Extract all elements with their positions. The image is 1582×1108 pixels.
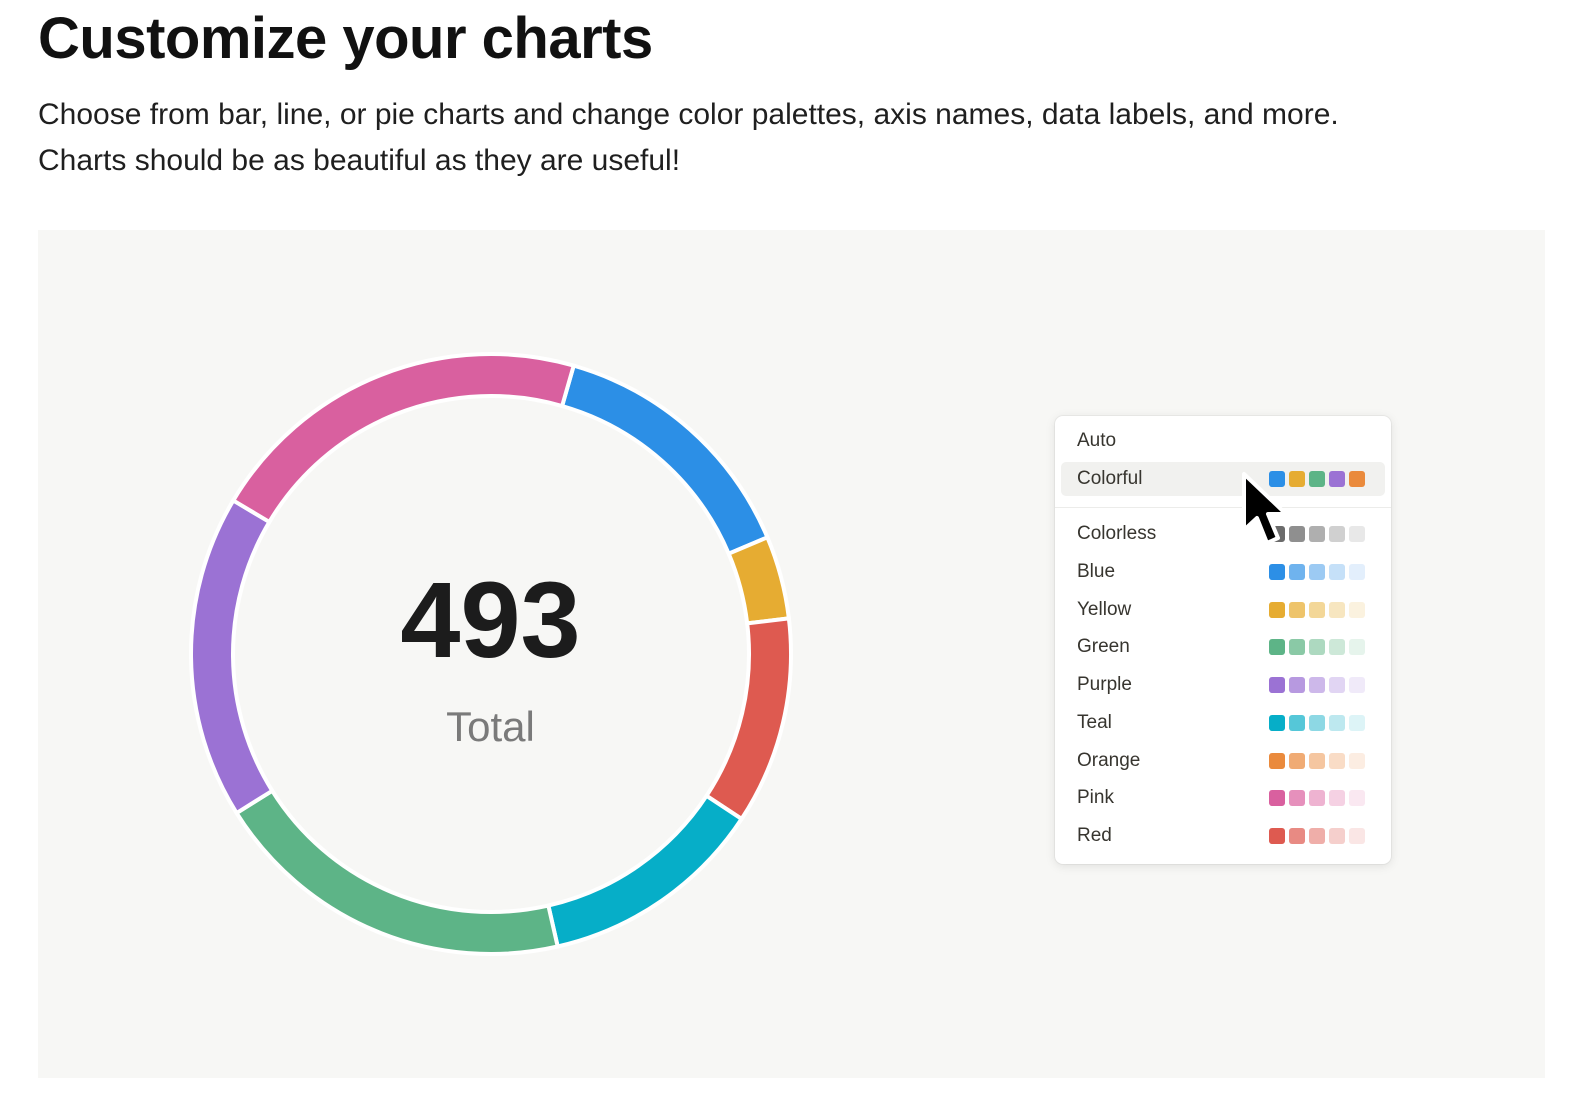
- palette-option-label: Colorless: [1077, 523, 1157, 544]
- palette-option-yellow[interactable]: Yellow: [1061, 593, 1385, 627]
- color-swatch: [1329, 753, 1345, 769]
- donut-slice-1: [559, 363, 771, 557]
- palette-option-colorless[interactable]: Colorless: [1061, 517, 1385, 551]
- page-title: Customize your charts: [38, 6, 653, 71]
- color-swatch: [1329, 639, 1345, 655]
- palette-option-label: Colorful: [1077, 468, 1143, 489]
- color-swatch: [1349, 790, 1365, 806]
- description-line-2: Charts should be as beautiful as they ar…: [38, 144, 681, 177]
- color-swatch: [1329, 471, 1345, 487]
- palette-option-label: Blue: [1077, 561, 1116, 582]
- color-swatch: [1329, 715, 1345, 731]
- palette-option-label: Red: [1077, 825, 1112, 846]
- color-swatch: [1289, 639, 1305, 655]
- color-swatch: [1349, 677, 1365, 693]
- color-swatch: [1269, 564, 1285, 580]
- color-swatch: [1289, 753, 1305, 769]
- palette-option-green[interactable]: Green: [1061, 630, 1385, 664]
- color-swatch: [1269, 602, 1285, 618]
- color-swatch: [1289, 790, 1305, 806]
- color-swatch: [1329, 828, 1345, 844]
- palette-option-label: Yellow: [1077, 599, 1132, 620]
- palette-option-teal[interactable]: Teal: [1061, 706, 1385, 740]
- color-swatch: [1269, 753, 1285, 769]
- color-swatch: [1289, 828, 1305, 844]
- palette-option-purple[interactable]: Purple: [1061, 668, 1385, 702]
- color-swatch: [1309, 471, 1325, 487]
- palette-option-pink[interactable]: Pink: [1061, 781, 1385, 815]
- color-swatch: [1309, 753, 1325, 769]
- palette-option-label: Teal: [1077, 712, 1112, 733]
- color-swatch: [1289, 602, 1305, 618]
- donut-slice-4: [545, 793, 745, 949]
- color-swatch: [1309, 564, 1325, 580]
- donut-slice-3: [703, 616, 793, 822]
- color-swatch: [1269, 677, 1285, 693]
- donut-slice-2: [726, 534, 792, 626]
- palette-option-label: Purple: [1077, 674, 1132, 695]
- color-swatch: [1349, 564, 1365, 580]
- color-swatch: [1289, 715, 1305, 731]
- donut-slice-7: [230, 352, 577, 525]
- color-swatch: [1269, 828, 1285, 844]
- color-swatch: [1349, 715, 1365, 731]
- palette-option-orange[interactable]: Orange: [1061, 744, 1385, 778]
- menu-divider: [1055, 507, 1391, 508]
- color-swatch: [1309, 602, 1325, 618]
- color-swatch: [1349, 471, 1365, 487]
- color-swatch: [1289, 564, 1305, 580]
- color-swatch: [1329, 526, 1345, 542]
- donut-slice-6: [189, 497, 275, 816]
- palette-option-blue[interactable]: Blue: [1061, 555, 1385, 589]
- description-line-1: Choose from bar, line, or pie charts and…: [38, 98, 1339, 131]
- color-swatch: [1349, 526, 1365, 542]
- color-swatch: [1349, 828, 1365, 844]
- palette-option-auto[interactable]: Auto: [1061, 424, 1385, 458]
- color-palette-menu: Auto Colorful Colorless Blue Yellow Green Purp…: [1055, 416, 1391, 864]
- color-swatch: [1309, 526, 1325, 542]
- chart-preview-area: 493 Total Auto Colorful Colorless Blue Yello…: [38, 230, 1545, 1078]
- chart-total-value: 493: [400, 559, 581, 680]
- color-swatch: [1309, 790, 1325, 806]
- mouse-cursor-icon: [1242, 472, 1288, 545]
- color-swatch: [1309, 677, 1325, 693]
- color-swatch: [1329, 602, 1345, 618]
- color-swatch: [1309, 828, 1325, 844]
- color-swatch: [1349, 602, 1365, 618]
- color-swatch: [1269, 715, 1285, 731]
- color-swatch: [1329, 790, 1345, 806]
- chart-total-label: Total: [446, 703, 535, 750]
- color-swatch: [1309, 715, 1325, 731]
- color-swatch: [1329, 564, 1345, 580]
- color-swatch: [1309, 639, 1325, 655]
- color-swatch: [1269, 639, 1285, 655]
- color-swatch: [1329, 677, 1345, 693]
- donut-slice-5: [233, 788, 561, 956]
- palette-option-label: Green: [1077, 636, 1130, 657]
- color-swatch: [1269, 790, 1285, 806]
- color-swatch: [1349, 753, 1365, 769]
- page-description: Choose from bar, line, or pie charts and…: [38, 92, 1538, 184]
- palette-option-red[interactable]: Red: [1061, 819, 1385, 853]
- palette-option-label: Pink: [1077, 787, 1114, 808]
- color-swatch: [1289, 677, 1305, 693]
- palette-option-colorful[interactable]: Colorful: [1061, 462, 1385, 496]
- palette-option-label: Auto: [1077, 430, 1117, 451]
- palette-option-label: Orange: [1077, 750, 1141, 771]
- color-swatch: [1349, 639, 1365, 655]
